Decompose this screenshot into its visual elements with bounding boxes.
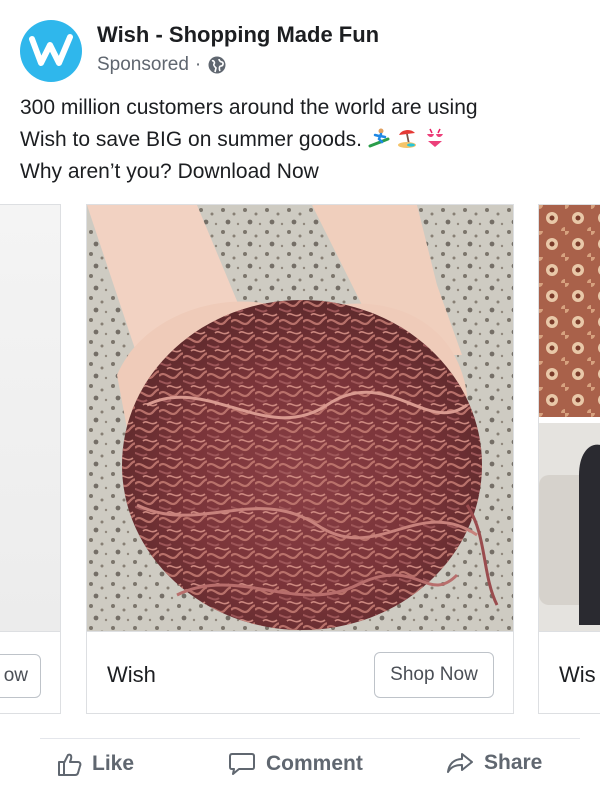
floral-and-sofa-photo xyxy=(539,205,600,631)
carousel-card-wish[interactable]: Wish Shop Now xyxy=(86,204,514,714)
share-icon xyxy=(447,753,473,773)
carousel-card-next[interactable]: Wis xyxy=(538,204,600,714)
comment-label: Comment xyxy=(266,752,363,775)
beach-umbrella-icon xyxy=(397,130,416,148)
hands-holding-worms-photo xyxy=(87,205,513,631)
meta-separator: · xyxy=(194,54,202,75)
card-title[interactable]: Wish xyxy=(107,662,156,688)
thumbs-up-icon xyxy=(58,753,82,776)
surfer-emoji-icon xyxy=(368,128,390,148)
card-footer-next: Wis xyxy=(539,631,600,713)
shop-now-button-previous[interactable]: ow xyxy=(0,654,41,698)
sponsored-label[interactable]: Sponsored xyxy=(97,54,189,76)
comment-icon xyxy=(229,753,255,775)
ad-carousel[interactable]: ow Wish Shop Now Wis xyxy=(0,204,600,718)
card-image-previous xyxy=(0,205,60,631)
post-meta: Sponsored · xyxy=(97,54,227,76)
share-label: Share xyxy=(484,751,543,774)
post-action-bar: Like Comment Share xyxy=(40,738,580,795)
post-header: Wish - Shopping Made Fun Sponsored · xyxy=(20,20,580,86)
wish-logo-avatar[interactable] xyxy=(20,20,82,82)
shop-now-button[interactable]: Shop Now xyxy=(374,652,494,698)
post-message: 300 million customers around the world a… xyxy=(20,92,580,188)
card-image-next xyxy=(539,205,600,631)
comment-button[interactable]: Comment xyxy=(228,751,363,777)
bikini-icon xyxy=(426,128,443,147)
card-image-worms[interactable] xyxy=(87,205,513,631)
carousel-card-previous[interactable]: ow xyxy=(0,204,61,714)
globe-icon xyxy=(208,56,226,74)
post-text-line-2: Wish to save BIG on summer goods. xyxy=(20,124,580,156)
card-footer-previous: ow xyxy=(0,631,60,713)
like-label: Like xyxy=(92,752,135,775)
post-text-line-1: 300 million customers around the world a… xyxy=(20,96,478,119)
page-name-link[interactable]: Wish - Shopping Made Fun xyxy=(97,22,379,48)
card-footer-wish: Wish Shop Now xyxy=(87,631,513,713)
wish-w-icon xyxy=(29,34,73,66)
like-button[interactable]: Like xyxy=(56,751,134,777)
post-text-line-2-text: Wish to save BIG on summer goods. xyxy=(20,128,362,151)
post-text-line-3: Why aren’t you? Download Now xyxy=(20,160,319,183)
share-button[interactable]: Share xyxy=(446,751,542,775)
card-title-next[interactable]: Wis xyxy=(559,662,596,688)
